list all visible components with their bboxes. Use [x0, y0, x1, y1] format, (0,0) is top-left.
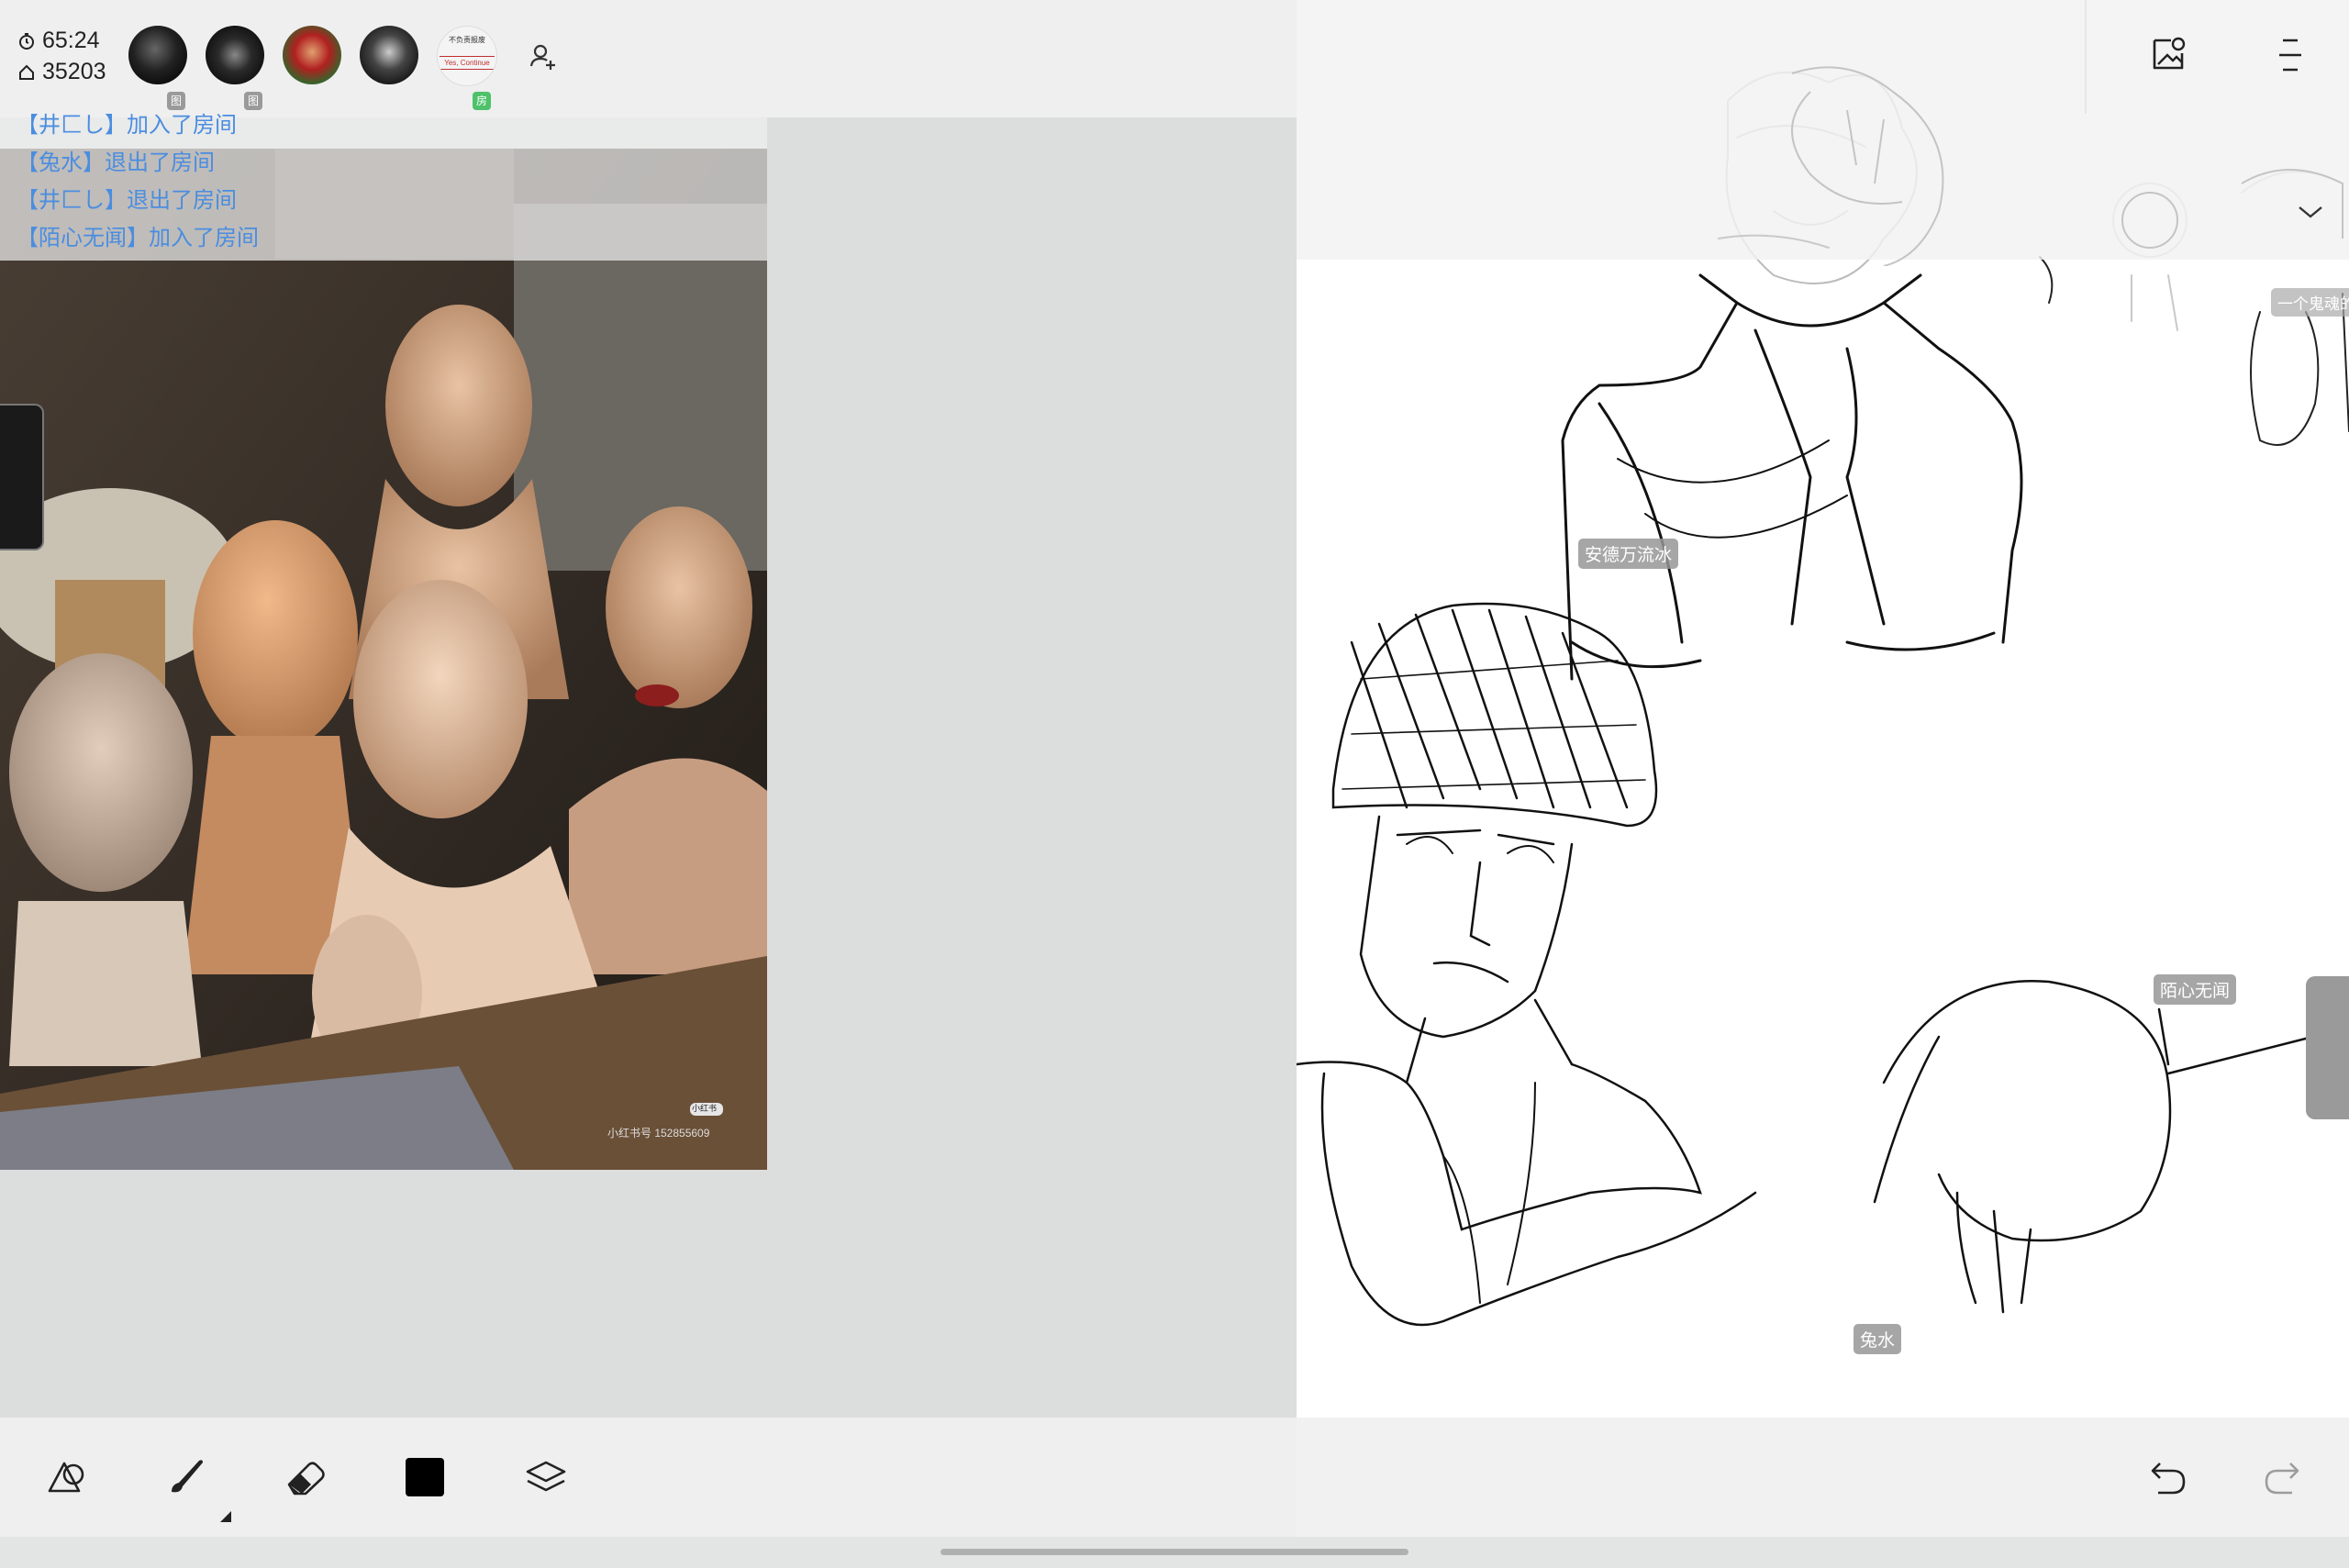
member-avatar-5[interactable]: 不负责报废 Yes, Continue: [437, 26, 497, 86]
top-bar: [0, 0, 1297, 117]
canvas-scroll-handle[interactable]: [2306, 976, 2349, 1119]
sketch-small-figures: [2039, 256, 2349, 446]
room-value: 35203: [42, 59, 106, 84]
layers-icon: [526, 1461, 566, 1492]
bottom-toolbar: [0, 1418, 2349, 1537]
mannequin-photo: [0, 149, 767, 1170]
member-badge-5: 房: [473, 92, 491, 110]
undo-icon: [2151, 1462, 2186, 1495]
member-avatar-3[interactable]: [283, 26, 341, 84]
member-avatar-1[interactable]: [128, 26, 187, 84]
home-icon: [19, 64, 34, 80]
brush-icon: [172, 1460, 203, 1493]
sketch-head-outline: [1873, 980, 2349, 1314]
menu-icon: [2279, 39, 2301, 72]
faded-sketch-top: [1791, 66, 2343, 266]
user-tag-3: 兔水: [1854, 1324, 1902, 1354]
chat-line-2: 【兔水】退出了房间: [17, 150, 215, 175]
member-badge-1: 图: [167, 92, 185, 110]
avatar-5-text-top: 不负责报废: [449, 36, 485, 44]
add-user-icon: [529, 44, 555, 70]
member-avatar-4[interactable]: [360, 26, 418, 84]
eraser-icon: [287, 1462, 325, 1496]
shapes-icon: [48, 1462, 84, 1493]
sketch-boy-with-cap: [1295, 602, 1757, 1327]
home-indicator[interactable]: [941, 1549, 1408, 1555]
member-avatar-2[interactable]: [206, 26, 264, 84]
add-member-button[interactable]: [527, 40, 560, 73]
eraser-tool-button[interactable]: [273, 1445, 338, 1509]
color-picker-button[interactable]: [393, 1445, 457, 1509]
redo-icon: [2265, 1462, 2299, 1495]
chat-line-1: 【井匚し】加入了房间: [17, 113, 237, 138]
watermark-id: 小红书号 152855609: [607, 1127, 710, 1140]
menu-button[interactable]: [2272, 33, 2309, 77]
redo-button[interactable]: [2250, 1445, 2314, 1509]
undo-button[interactable]: [2136, 1445, 2200, 1509]
collapse-button[interactable]: [2294, 198, 2327, 226]
chat-log: 【井匚し】加入了房间 【兔水】退出了房间 【井匚し】退出了房间 【陌心无闻】加入…: [0, 112, 767, 261]
brush-options-indicator[interactable]: [220, 1511, 231, 1522]
side-handle[interactable]: [0, 404, 44, 550]
reference-image[interactable]: 小红书 小红书号 152855609: [0, 149, 767, 1170]
room-number: 35203: [18, 59, 106, 85]
brush-tool-button[interactable]: [152, 1445, 217, 1509]
avatar-5-text-bottom: Yes, Continue: [440, 56, 495, 70]
chat-line-3: 【井匚し】退出了房间: [17, 188, 237, 213]
user-tag-2: 陌心无闻: [2154, 974, 2237, 1005]
user-tag-1: 安德万流冰: [1578, 539, 1679, 569]
clock-icon: [19, 32, 34, 50]
layers-tool-button[interactable]: [514, 1445, 578, 1509]
member-badge-2: 图: [244, 92, 262, 110]
user-tag-4: 一个鬼魂的: [2271, 288, 2349, 317]
gallery-icon: [2153, 37, 2186, 70]
gallery-button[interactable]: [2147, 33, 2191, 77]
chat-line-4: 【陌心无闻】加入了房间: [17, 226, 259, 250]
chevron-down-icon: [2299, 206, 2322, 218]
timer-value: 65:24: [42, 28, 100, 53]
session-timer: 65:24: [18, 28, 100, 54]
shapes-tool-button[interactable]: [35, 1445, 99, 1509]
watermark-brand: 小红书: [692, 1104, 718, 1113]
color-swatch: [406, 1458, 444, 1496]
